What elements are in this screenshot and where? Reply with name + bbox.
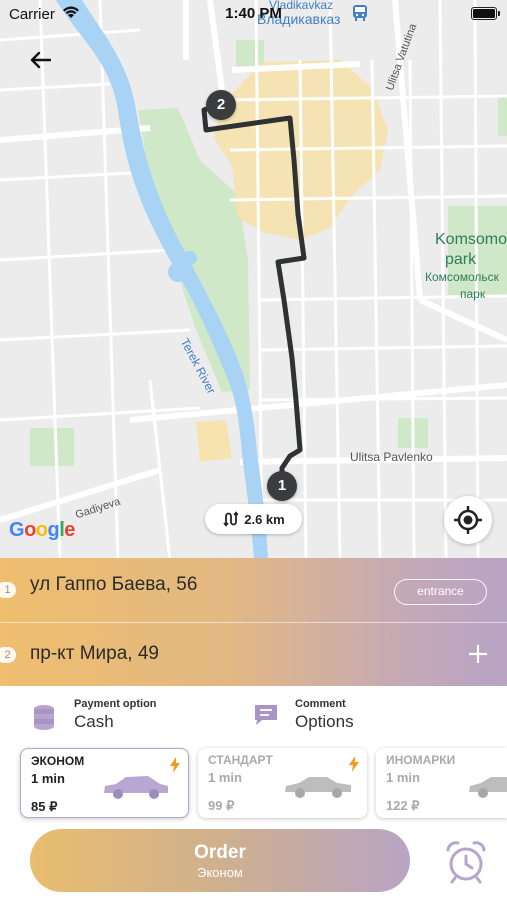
surge-bolt-icon (170, 757, 180, 773)
map-label-park-ru-2: парк (460, 287, 486, 301)
tariff-price: 122 ₽ (386, 798, 420, 813)
crosshair-icon (454, 506, 482, 534)
map-label-pavlenko: Ulitsa Pavlenko (350, 450, 433, 464)
comment-option[interactable]: Comment Options (252, 692, 452, 738)
pickup-address[interactable]: ул Гаппо Баева, 56 (30, 574, 197, 596)
map-label-park-en-2: park (445, 251, 477, 268)
route-start-marker[interactable]: 1 (267, 471, 297, 501)
tariff-card-econom[interactable]: ЭКОНОМ 1 min 85 ₽ (20, 748, 189, 818)
google-logo-letter: g (47, 519, 60, 541)
tariff-eta: 1 min (208, 770, 242, 785)
car-icon (104, 776, 168, 799)
chat-icon (255, 705, 277, 725)
google-logo-letter: G (9, 519, 25, 541)
tariff-name: СТАНДАРТ (208, 753, 273, 767)
destination-index-badge: 2 (0, 647, 16, 663)
battery-icon (471, 7, 500, 20)
map-view[interactable]: Vladikavkaz Владикавказ Ulitsa Vatutina … (0, 0, 507, 560)
clock: 1:40 PM (225, 5, 282, 22)
arrow-left-icon (30, 51, 51, 69)
route-start-marker-label: 1 (277, 477, 287, 494)
payment-option-value: Cash (74, 712, 114, 731)
comment-option-label: Comment (295, 698, 346, 710)
tariff-price: 85 ₽ (31, 799, 58, 814)
car-icon (285, 777, 351, 798)
map-label-park-ru: Комсомольск (425, 270, 499, 284)
plus-icon (469, 645, 487, 663)
tariff-eta: 1 min (386, 770, 420, 785)
back-button[interactable] (22, 44, 58, 76)
google-logo-letter: e (64, 519, 75, 541)
destination-address[interactable]: пр-кт Мира, 49 (30, 643, 159, 665)
map-label-park-en: Komsomo (435, 231, 507, 248)
google-logo: Google (9, 519, 75, 542)
route-end-marker[interactable]: 2 (206, 90, 236, 120)
route-distance-badge: 2.6 km (205, 504, 302, 534)
tariff-card-inomarki[interactable]: ИНОМАРКИ 1 min 122 ₽ (376, 748, 507, 818)
order-button-tariff: Эконом (197, 865, 243, 880)
order-button-title: Order (194, 842, 246, 863)
route-icon (223, 511, 239, 527)
car-icon (469, 777, 507, 798)
alarm-clock-icon (446, 841, 486, 884)
tariff-name: ИНОМАРКИ (386, 753, 456, 767)
route-distance-value: 2.6 km (244, 511, 285, 527)
tariff-price: 99 ₽ (208, 798, 235, 813)
tariff-card-standard[interactable]: СТАНДАРТ 1 min 99 ₽ (198, 748, 367, 818)
payment-option-label: Payment option (74, 698, 157, 710)
coins-icon (34, 705, 54, 730)
order-button[interactable]: Order Эконом (30, 829, 410, 892)
tariff-eta: 1 min (31, 771, 65, 786)
address-panel: 1 ул Гаппо Баева, 56 entrance 2 пр-кт Ми… (0, 558, 507, 686)
google-logo-letter: o (24, 519, 36, 541)
pickup-address-row[interactable]: 1 ул Гаппо Баева, 56 entrance (0, 558, 507, 622)
payment-option[interactable]: Payment option Cash (30, 692, 230, 738)
pickup-index-badge: 1 (0, 582, 16, 598)
comment-option-value: Options (295, 712, 354, 731)
destination-address-row[interactable]: 2 пр-кт Мира, 49 (0, 622, 507, 686)
entrance-button[interactable]: entrance (394, 579, 487, 605)
schedule-order-button[interactable] (442, 838, 490, 886)
tariff-name: ЭКОНОМ (31, 754, 85, 768)
google-logo-letter: o (35, 519, 48, 541)
surge-bolt-icon (349, 756, 359, 772)
route-end-marker-label: 2 (216, 96, 226, 113)
status-bar: Carrier 1:40 PM (0, 0, 507, 28)
add-stop-button[interactable] (464, 640, 492, 668)
my-location-button[interactable] (444, 496, 492, 544)
